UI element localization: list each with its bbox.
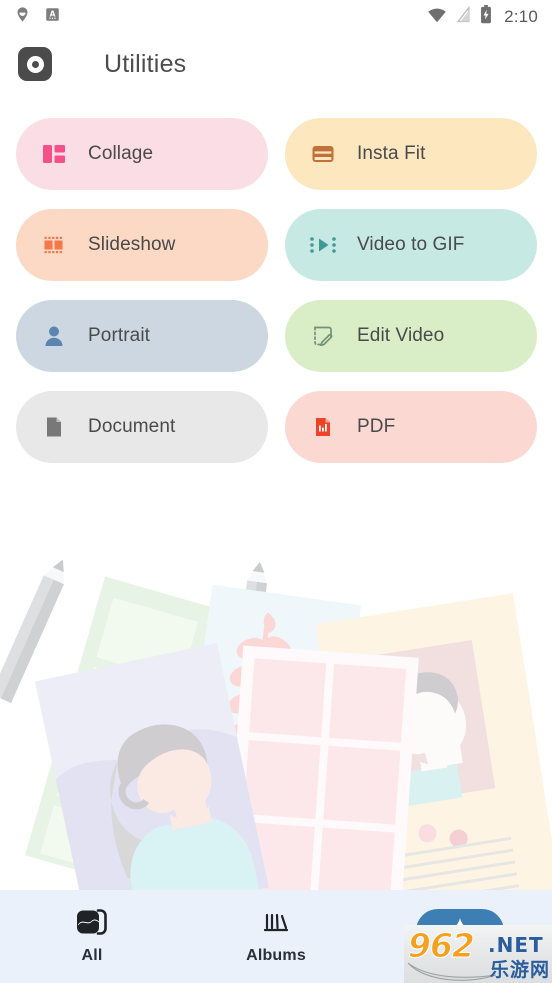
bottom-navigation-bar: All Albums: [0, 890, 552, 983]
collage-icon: [40, 140, 68, 168]
svg-text:A: A: [50, 9, 56, 18]
utility-button-edit-video[interactable]: Edit Video: [285, 300, 537, 372]
photos-icon: [74, 908, 110, 936]
camera-app-icon-ring: [26, 55, 44, 73]
status-bar: A 2:10: [0, 0, 552, 34]
camera-app-icon-dot: [31, 60, 39, 68]
status-bar-clock: 2:10: [504, 7, 538, 26]
status-bar-left-icons: A: [14, 6, 60, 28]
utility-label: Portrait: [88, 325, 151, 346]
utility-label: Slideshow: [88, 234, 176, 255]
utilities-grid: Collage Insta Fit Slideshow Video to GIF…: [0, 118, 552, 463]
pdf-icon: [309, 413, 337, 441]
utilities-illustration: [0, 560, 552, 900]
utility-button-portrait[interactable]: Portrait: [16, 300, 268, 372]
utility-button-insta-fit[interactable]: Insta Fit: [285, 118, 537, 190]
insta-fit-icon: [309, 140, 337, 168]
utility-button-slideshow[interactable]: Slideshow: [16, 209, 268, 281]
signal-off-icon: [456, 5, 471, 28]
utility-label: Collage: [88, 143, 154, 164]
utility-button-collage[interactable]: Collage: [16, 118, 268, 190]
sparkle-icon: [445, 916, 475, 946]
utility-button-document[interactable]: Document: [16, 391, 268, 463]
edit-video-icon: [309, 322, 337, 350]
utility-label: PDF: [357, 416, 396, 437]
utility-label: Insta Fit: [357, 143, 426, 164]
app-screen: A 2:10 Utilities Collage Insta Fit Slide…: [0, 0, 552, 983]
utility-button-pdf[interactable]: PDF: [285, 391, 537, 463]
utility-label: Video to GIF: [357, 234, 465, 255]
camera-app-icon[interactable]: [18, 47, 52, 81]
video-to-gif-icon: [309, 231, 337, 259]
document-icon: [40, 413, 68, 441]
font-size-icon: A: [45, 7, 60, 27]
wifi-icon: [427, 7, 447, 28]
location-pin-icon: [14, 6, 31, 28]
nav-item-albums[interactable]: Albums: [184, 890, 368, 983]
battery-charging-icon: [480, 5, 492, 29]
status-bar-right-icons: 2:10: [427, 5, 538, 29]
utility-button-video-to-gif[interactable]: Video to GIF: [285, 209, 537, 281]
nav-label-all: All: [81, 947, 103, 964]
page-title: Utilities: [104, 49, 187, 78]
portrait-icon: [40, 322, 68, 350]
nav-item-sparkle[interactable]: [368, 890, 552, 983]
app-bar: Utilities: [0, 38, 552, 90]
nav-item-all[interactable]: All: [0, 890, 184, 983]
slideshow-icon: [40, 231, 68, 259]
utility-label: Document: [88, 416, 176, 437]
nav-label-albums: Albums: [246, 947, 306, 964]
sparkle-pill[interactable]: [416, 909, 504, 953]
utility-label: Edit Video: [357, 325, 445, 346]
albums-icon: [258, 908, 294, 936]
